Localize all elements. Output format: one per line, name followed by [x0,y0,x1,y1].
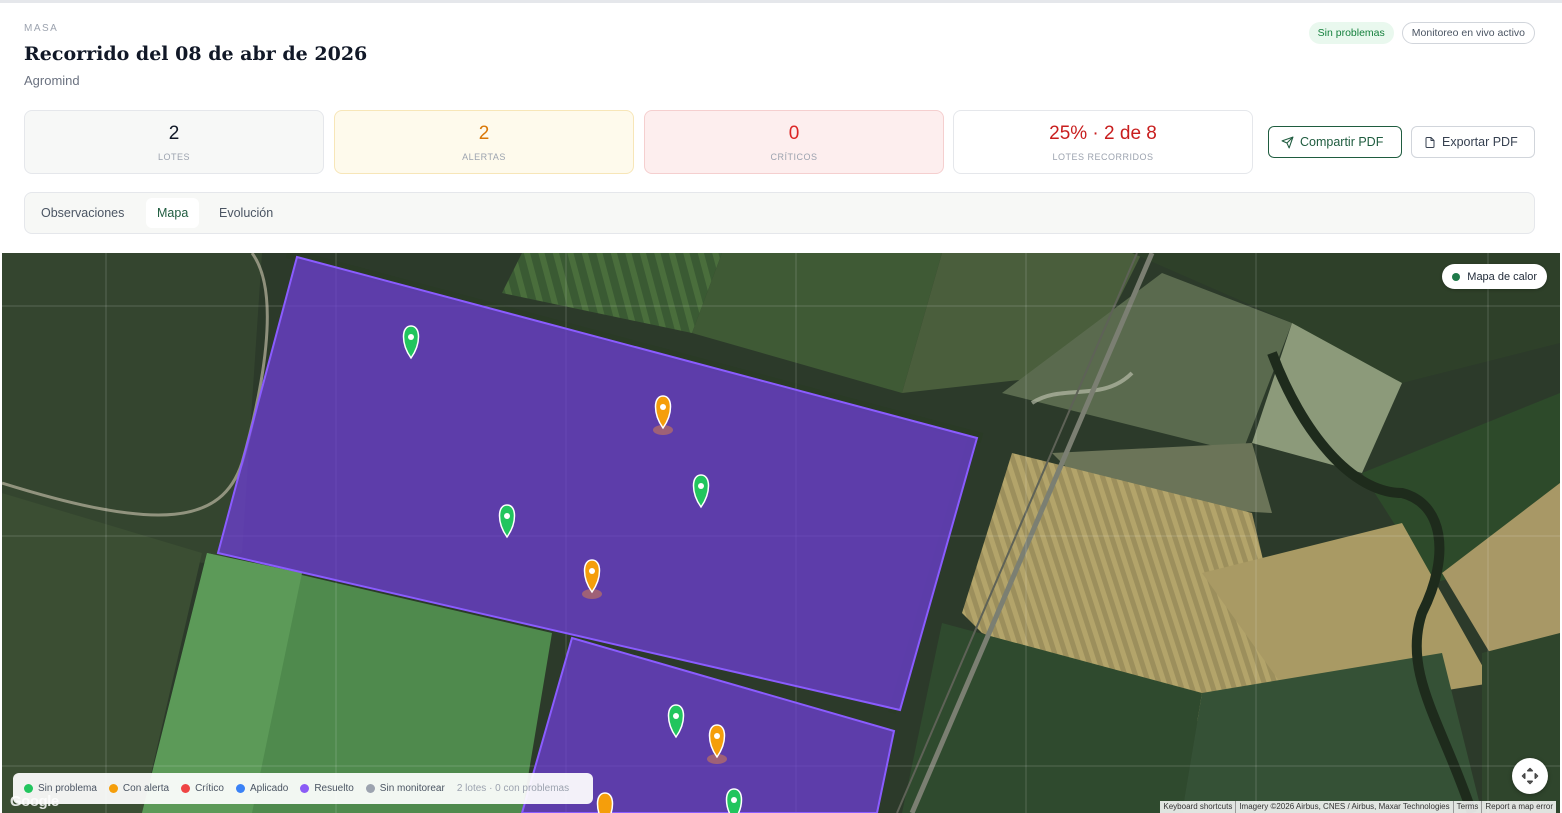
tab-mapa[interactable]: Mapa [146,198,200,228]
stat-label: LOTES RECORRIDOS [1052,152,1154,162]
file-icon [1425,136,1435,148]
stat-card-lotes: 2 LOTES [24,110,324,174]
tab-evolucion[interactable]: Evolución [208,198,284,228]
legend-dot-icon [108,784,118,793]
page-title: Recorrido del 08 de abr de 2026 [24,43,368,65]
satellite-map[interactable]: Mapa de calor Sin problema Con alerta Cr… [2,253,1560,813]
legend-label: Resuelto [314,783,354,794]
legend-item: Sin monitorear [365,783,445,794]
map-marker-ok[interactable] [725,788,743,813]
map-marker-alert[interactable] [707,724,727,764]
map-legend: Sin problema Con alerta Crítico Aplicado… [13,773,593,804]
share-pdf-button[interactable]: Compartir PDF [1268,126,1402,158]
fullscreen-button[interactable] [1512,758,1548,794]
company-name: Agromind [24,73,80,88]
stat-value: 0 [788,123,800,144]
legend-summary: 2 lotes · 0 con problemas [456,783,570,794]
legend-label: Aplicado [249,783,289,794]
legend-item: Con alerta [108,783,170,794]
export-pdf-label: Exportar PDF [1442,135,1518,149]
legend-item: Aplicado [235,783,289,794]
stat-value: 2 [168,123,180,144]
stat-value: 25% · 2 de 8 [1049,123,1157,144]
legend-dot-icon [24,784,33,793]
imagery-credit: Imagery ©2026 Airbus, CNES / Airbus, Max… [1235,801,1453,813]
heatmap-toggle-label: Mapa de calor [1467,270,1537,283]
export-pdf-button[interactable]: Exportar PDF [1411,126,1535,158]
map-marker-alert[interactable] [582,559,602,599]
keyboard-shortcuts-link[interactable]: Keyboard shortcuts [1160,801,1236,813]
legend-label: Sin monitorear [379,783,445,794]
stat-label: ALERTAS [462,152,506,162]
stat-value: 2 [478,123,490,144]
fullscreen-icon [1521,767,1539,785]
tab-observaciones[interactable]: Observaciones [30,198,135,228]
legend-label: Crítico [195,783,224,794]
field-name: MASA [24,23,59,34]
map-marker-alert[interactable] [653,395,673,435]
stat-card-criticos: 0 CRÍTICOS [644,110,944,174]
map-attribution: Keyboard shortcuts Imagery ©2026 Airbus,… [1160,801,1556,813]
live-monitoring-badge: Monitoreo en vivo activo [1401,22,1535,44]
stat-card-alertas: 2 ALERTAS [334,110,634,174]
legend-dot-icon [181,784,191,793]
share-pdf-label: Compartir PDF [1300,135,1384,149]
legend-dot-icon [365,784,375,793]
heatmap-toggle[interactable]: Mapa de calor [1442,264,1547,289]
stat-label: LOTES [157,152,190,162]
stat-card-lotes-recorridos: 25% · 2 de 8 LOTES RECORRIDOS [953,110,1253,174]
heatmap-indicator-icon [1452,272,1461,281]
legend-dot-icon [300,784,310,793]
report-header: MASA Recorrido del 08 de abr de 2026 Agr… [0,3,1557,253]
report-error-link[interactable]: Report a map error [1481,801,1556,813]
stat-label: CRÍTICOS [770,152,818,162]
legend-item: Resuelto [300,783,354,794]
legend-label: Con alerta [122,783,170,794]
legend-item: Crítico [181,783,224,794]
terms-link[interactable]: Terms [1452,801,1482,813]
send-icon [1281,136,1294,148]
google-logo: Google [10,793,59,810]
map-imagery [2,253,1560,813]
legend-dot-icon [235,784,245,793]
map-marker-alert[interactable] [596,792,614,813]
view-tabs: Observaciones Mapa Evolución [24,192,1535,234]
status-badge: Sin problemas [1308,22,1394,44]
status-badges: Sin problemas Monitoreo en vivo activo [1308,22,1535,44]
